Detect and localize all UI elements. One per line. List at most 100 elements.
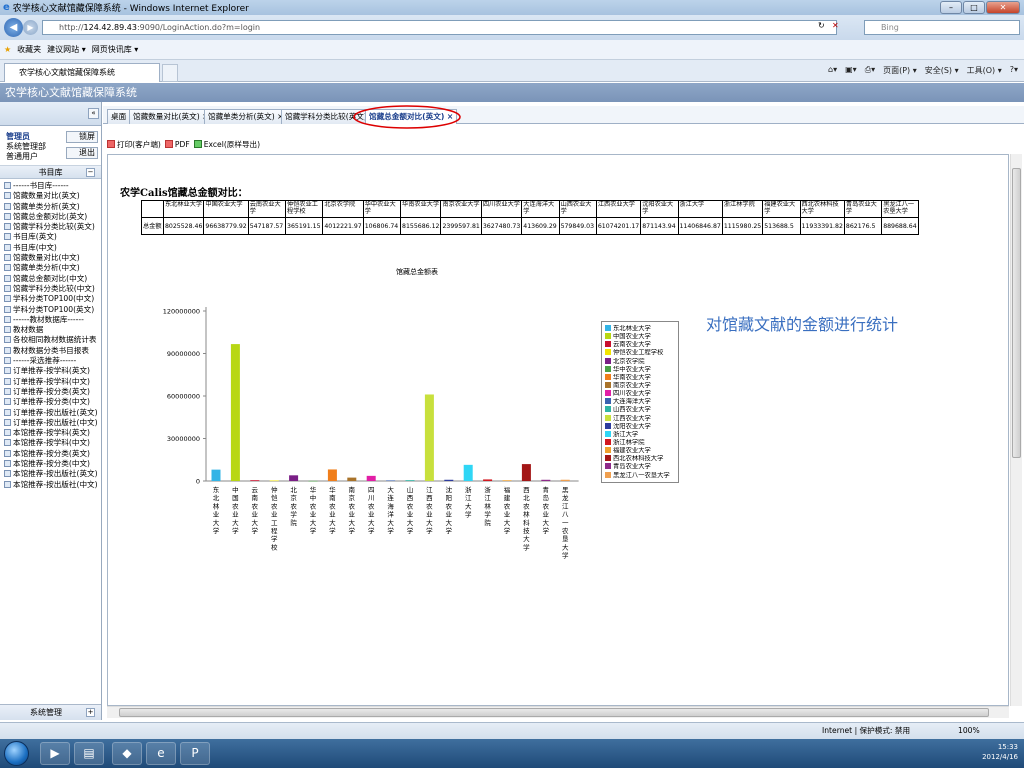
security-zone[interactable]: Internet | 保护模式: 禁用 xyxy=(822,723,910,739)
sidebar-item[interactable]: 本馆推荐-按出版社(中文) xyxy=(4,480,101,490)
tab-count-compare-en[interactable]: 馆藏数量对比(英文) × xyxy=(129,109,213,124)
sidebar-item[interactable]: 馆藏总金额对比(中文) xyxy=(4,274,101,284)
sidebar-item[interactable]: 各校相同教材数据统计表 xyxy=(4,335,101,345)
sidebar-item[interactable]: 本馆推荐-按学科(英文) xyxy=(4,428,101,438)
fav-item-suggested[interactable]: 建议网站 ▾ xyxy=(47,44,86,55)
sidebar-item-label: 馆藏学科分类比较(英文) xyxy=(13,222,95,232)
sidebar-item[interactable]: 订单推荐-按出版社(中文) xyxy=(4,418,101,428)
y-tick-label: 60000000 xyxy=(167,393,200,401)
collapse-sidebar-button[interactable]: « xyxy=(88,108,99,119)
back-button[interactable]: ◀ xyxy=(4,18,23,37)
legend-entry: 四川农业大学 xyxy=(605,390,676,398)
clock-date[interactable]: 2012/4/16 xyxy=(982,752,1018,762)
tools-menu[interactable]: 工具(O) ▾ xyxy=(967,65,1002,76)
page-menu[interactable]: 页面(P) ▾ xyxy=(883,65,917,76)
lock-screen-button[interactable]: 锁屏 xyxy=(66,131,98,143)
sidebar-item[interactable]: 馆藏学科分类比较(中文) xyxy=(4,284,101,294)
maximize-button[interactable]: □ xyxy=(963,1,985,14)
search-input[interactable]: Bing xyxy=(864,20,1020,35)
stop-icon[interactable]: ✕ xyxy=(832,21,839,30)
favorites-button[interactable]: 收藏夹 xyxy=(17,44,41,55)
report-item-icon xyxy=(4,326,11,334)
sidebar-item[interactable]: 教材数据分类书目报表 xyxy=(4,346,101,356)
logout-button[interactable]: 退出 xyxy=(66,147,98,159)
sidebar-item[interactable]: 书目库(英文) xyxy=(4,232,101,242)
search-placeholder: Bing xyxy=(881,23,899,32)
browser-tabbar: 农学核心文献馆藏保障系统 ⌂▾ ▣▾ ⎙▾ 页面(P) ▾ 安全(S) ▾ 工具… xyxy=(0,60,1024,82)
sidebar-item[interactable]: ------采选推荐------ xyxy=(4,356,101,366)
taskbar-app-icon[interactable]: ◆ xyxy=(112,742,142,765)
sidebar-item[interactable]: ------书目库------ xyxy=(4,181,101,191)
sidebar-item[interactable]: 馆藏数量对比(英文) xyxy=(4,191,101,201)
clock-time[interactable]: 15:33 xyxy=(982,742,1018,752)
legend-swatch xyxy=(605,422,611,429)
address-toolbar: ◀ ▶ http://124.42.89.43:9090/LoginAction… xyxy=(0,15,1024,40)
legend-swatch xyxy=(605,349,611,356)
feeds-icon[interactable]: ▣▾ xyxy=(845,65,857,76)
sidebar-item[interactable]: 学科分类TOP100(中文) xyxy=(4,294,101,304)
x-tick-label: 江西农业大学 xyxy=(426,486,433,535)
legend-entry: 仲恺农业工程学校 xyxy=(605,349,676,357)
sidebar-menu: ------书目库------ 馆藏数量对比(英文) 馆藏单类分析(英文) 馆藏总金额… xyxy=(0,179,101,490)
collapse-section-icon[interactable]: − xyxy=(86,168,95,177)
sidebar-item[interactable]: 本馆推荐-按出版社(英文) xyxy=(4,469,101,479)
safety-menu[interactable]: 安全(S) ▾ xyxy=(925,65,959,76)
sidebar-item[interactable]: 馆藏总金额对比(英文) xyxy=(4,212,101,222)
taskbar-media-icon[interactable]: ▶ xyxy=(40,742,70,765)
system-management-section[interactable]: 系统管理 + xyxy=(0,704,101,720)
sidebar-item[interactable]: 馆藏学科分类比较(英文) xyxy=(4,222,101,232)
tab-single-class-en[interactable]: 馆藏单类分析(英文) × xyxy=(204,109,288,124)
print-client-button[interactable]: 打印(客户端) xyxy=(107,139,161,150)
sidebar-item[interactable]: 订单推荐-按学科(中文) xyxy=(4,377,101,387)
print-icon[interactable]: ⎙▾ xyxy=(865,65,875,76)
address-input[interactable]: http://124.42.89.43:9090/LoginAction.do?… xyxy=(42,20,837,35)
home-icon[interactable]: ⌂▾ xyxy=(828,65,837,76)
expand-section-icon[interactable]: + xyxy=(86,708,95,717)
start-button[interactable] xyxy=(4,741,29,766)
pdf-button[interactable]: PDF xyxy=(164,139,190,149)
taskbar-powerpoint-icon[interactable]: P xyxy=(180,742,210,765)
sidebar-item[interactable]: 本馆推荐-按分类(英文) xyxy=(4,449,101,459)
sidebar-item[interactable]: 馆藏单类分析(英文) xyxy=(4,202,101,212)
sidebar-item[interactable]: 订单推荐-按出版社(英文) xyxy=(4,408,101,418)
sidebar-item[interactable]: 馆藏单类分析(中文) xyxy=(4,263,101,273)
sidebar-item[interactable]: 教材数据 xyxy=(4,325,101,335)
close-button[interactable]: ✕ xyxy=(986,1,1020,14)
new-tab-button[interactable] xyxy=(162,64,178,82)
horizontal-scroll-thumb[interactable] xyxy=(119,708,989,717)
sidebar-item[interactable]: 订单推荐-按分类(中文) xyxy=(4,397,101,407)
browser-tab[interactable]: 农学核心文献馆藏保障系统 xyxy=(4,63,160,82)
vertical-scroll-thumb[interactable] xyxy=(1012,168,1021,458)
refresh-icon[interactable]: ↻ xyxy=(818,21,825,30)
sidebar-item[interactable]: 订单推荐-按学科(英文) xyxy=(4,366,101,376)
report-item-icon xyxy=(4,212,11,220)
zoom-level[interactable]: 100% xyxy=(958,723,980,739)
y-tick-label: 90000000 xyxy=(167,350,200,358)
taskbar-ie-icon[interactable]: e xyxy=(146,742,176,765)
x-tick-label: 仲恺农业工程学校 xyxy=(271,485,278,551)
sidebar-item[interactable]: 本馆推荐-按分类(中文) xyxy=(4,459,101,469)
help-icon[interactable]: ?▾ xyxy=(1010,65,1018,76)
horizontal-scrollbar[interactable] xyxy=(107,706,1009,718)
taskbar-explorer-icon[interactable]: ▤ xyxy=(74,742,104,765)
excel-button[interactable]: Excel(原样导出) xyxy=(193,139,260,150)
report-toolbar: 打印(客户端) PDF Excel(原样导出) xyxy=(103,136,1024,152)
tab-desktop[interactable]: 桌面 xyxy=(107,109,131,124)
window-title: 农学核心文献馆藏保障系统 - Windows Internet Explorer xyxy=(12,4,249,14)
library-section-header[interactable]: 书目库 − xyxy=(0,166,101,179)
sidebar-item[interactable]: 书目库(中文) xyxy=(4,243,101,253)
sidebar-item[interactable]: 订单推荐-按分类(英文) xyxy=(4,387,101,397)
bar xyxy=(347,477,357,481)
forward-button[interactable]: ▶ xyxy=(23,20,38,35)
sidebar-item[interactable]: 馆藏数量对比(中文) xyxy=(4,253,101,263)
legend-entry: 华中农业大学 xyxy=(605,365,676,374)
bar xyxy=(386,480,396,482)
vertical-scrollbar[interactable] xyxy=(1010,154,1022,706)
sidebar-item-label: 本馆推荐-按出版社(英文) xyxy=(13,469,98,479)
x-tick-label: 北京农学院 xyxy=(290,486,297,527)
sidebar-item[interactable]: 学科分类TOP100(英文) xyxy=(4,305,101,315)
sidebar-item[interactable]: ------教材数据库------ xyxy=(4,315,101,325)
sidebar-item[interactable]: 本馆推荐-按学科(中文) xyxy=(4,438,101,448)
minimize-button[interactable]: – xyxy=(940,1,962,14)
fav-item-webslice[interactable]: 网页快讯库 ▾ xyxy=(92,44,139,55)
